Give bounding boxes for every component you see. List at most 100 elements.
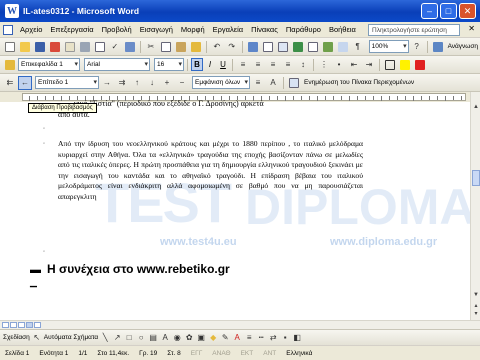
picture-icon[interactable]: ▣ [196,333,206,343]
draw-menu[interactable]: Σχεδίαση [3,334,30,341]
border-icon[interactable] [383,58,397,72]
outline-level-select[interactable]: Επίπεδο 1 [35,76,99,89]
outline-bullet-icon[interactable]: ◦ [43,126,45,132]
style-select[interactable]: Επικεφαλίδα 1 [18,58,80,71]
clipart-icon[interactable]: ✿ [184,333,194,343]
menu-view[interactable]: Προβολή [98,25,136,34]
shadow-icon[interactable]: ▪ [280,333,290,343]
text-box-icon[interactable]: ▤ [148,333,158,343]
show-formatting-icon[interactable]: A [266,76,280,90]
bullets-icon[interactable]: • [332,58,346,72]
fill-color-icon[interactable]: ◆ [208,333,218,343]
highlight-icon[interactable] [398,58,412,72]
justify-icon[interactable]: ≡ [281,58,295,72]
menu-table[interactable]: Πίνακας [247,25,282,34]
copy-icon[interactable] [159,40,173,54]
format-painter-icon[interactable] [189,40,203,54]
paste-icon[interactable] [174,40,188,54]
document-area[interactable] [0,102,470,320]
move-up-icon[interactable]: ↑ [130,76,144,90]
move-down-icon[interactable]: ↓ [145,76,159,90]
menu-edit[interactable]: Επεξεργασία [46,25,97,34]
open-folder-icon[interactable] [18,40,32,54]
arrow-icon[interactable]: ↗ [112,333,122,343]
menu-window[interactable]: Παράθυρο [282,25,325,34]
diagram-icon[interactable]: ◉ [172,333,182,343]
outline-bullet-icon[interactable]: ◦ [43,141,45,147]
rectangle-icon[interactable]: □ [124,333,134,343]
heading-1[interactable]: ▬ Η συνέχεια στο www.rebetiko.gr [30,262,230,276]
dash-style-icon[interactable]: ┅ [256,333,266,343]
update-toc-icon[interactable] [287,76,301,90]
columns-icon[interactable] [306,40,320,54]
promote-to-heading-icon[interactable]: ⇇ [3,76,17,90]
menu-format[interactable]: Μορφή [177,25,209,34]
print-icon[interactable] [78,40,92,54]
numbering-icon[interactable]: ⋮ [317,58,331,72]
read-icon[interactable] [431,40,445,54]
show-level-select[interactable]: Εμφάνιση όλων [192,76,250,89]
normal-view-icon[interactable] [2,322,9,328]
zoom-select[interactable]: 100% [368,40,409,53]
new-document-icon[interactable] [3,40,17,54]
font-size-select[interactable]: 16 [154,58,184,71]
italic-button[interactable]: I [204,58,216,71]
menu-file[interactable]: Αρχείο [16,25,46,34]
body-paragraph-main[interactable]: Από την ίδρυση του νεοελληνικού κράτους … [58,139,363,203]
web-view-icon[interactable] [10,322,17,328]
insert-table-icon[interactable] [276,40,290,54]
read-mode-label[interactable]: Ανάγνωση [446,43,480,50]
collapse-icon[interactable]: − [175,76,189,90]
print-preview-icon[interactable] [93,40,107,54]
tables-borders-icon[interactable] [261,40,275,54]
insert-excel-icon[interactable] [291,40,305,54]
undo-icon[interactable]: ↶ [210,40,224,54]
menu-help[interactable]: Βοήθεια [325,25,360,34]
help-question-input[interactable]: Πληκτρολογήστε ερώτηση [368,24,460,36]
scroll-thumb[interactable] [472,170,480,186]
scroll-down-icon[interactable]: ▼ [472,292,480,300]
show-hide-icon[interactable]: ¶ [351,40,365,54]
close-document-icon[interactable]: ✕ [468,24,475,33]
oval-icon[interactable]: ○ [136,333,146,343]
draw-font-color-icon[interactable]: A [232,333,242,343]
bold-button[interactable]: B [191,58,203,71]
line-color-icon[interactable]: ✎ [220,333,230,343]
cut-icon[interactable]: ✂ [144,40,158,54]
status-mode-ovr[interactable]: ΑΝΤ [258,350,281,357]
status-mode-rec[interactable]: ΕΓΓ [186,350,208,357]
styles-pane-icon[interactable] [3,58,17,72]
align-center-icon[interactable]: ≡ [251,58,265,72]
body-paragraph-top[interactable]: νικό "Εστία" (περιοδικό που εξέδιδε ο Γ.… [58,99,378,120]
permission-icon[interactable] [48,40,62,54]
previous-page-icon[interactable]: ▴ [472,302,480,310]
print-view-icon[interactable] [18,322,25,328]
scroll-up-icon[interactable]: ▲ [472,104,480,112]
font-select[interactable]: Arial [84,58,150,71]
email-icon[interactable] [63,40,77,54]
outline-bullet-icon[interactable]: ◦ [43,249,45,255]
line-icon[interactable]: ╲ [100,333,110,343]
update-toc-label[interactable]: Ενημέρωση του Πίνακα Περιεχομένων [302,79,416,86]
redo-icon[interactable]: ↷ [225,40,239,54]
menu-tools[interactable]: Εργαλεία [209,25,247,34]
horizontal-scrollbar[interactable] [0,320,480,329]
next-page-icon[interactable]: ▾ [472,310,480,318]
demote-icon[interactable]: → [100,76,114,90]
close-button[interactable]: ✕ [459,3,476,19]
expand-icon[interactable]: + [160,76,174,90]
autoshapes-menu[interactable]: Αυτόματα Σχήματα [44,334,98,341]
outline-view-icon[interactable] [26,322,33,328]
align-right-icon[interactable]: ≡ [266,58,280,72]
maximize-button[interactable]: □ [440,3,457,19]
vertical-scrollbar[interactable]: ▲ ▼ ▴ ▾ [470,92,480,320]
font-color-icon[interactable] [413,58,427,72]
minimize-button[interactable]: – [421,3,438,19]
increase-indent-icon[interactable]: ⇥ [362,58,376,72]
drawing-icon[interactable] [321,40,335,54]
reading-view-icon[interactable] [34,322,41,328]
arrow-style-icon[interactable]: ⇄ [268,333,278,343]
status-mode-ext[interactable]: ΕΚΤ [236,350,259,357]
select-objects-icon[interactable]: ↖ [32,333,42,343]
promote-icon[interactable]: ← [18,75,32,90]
